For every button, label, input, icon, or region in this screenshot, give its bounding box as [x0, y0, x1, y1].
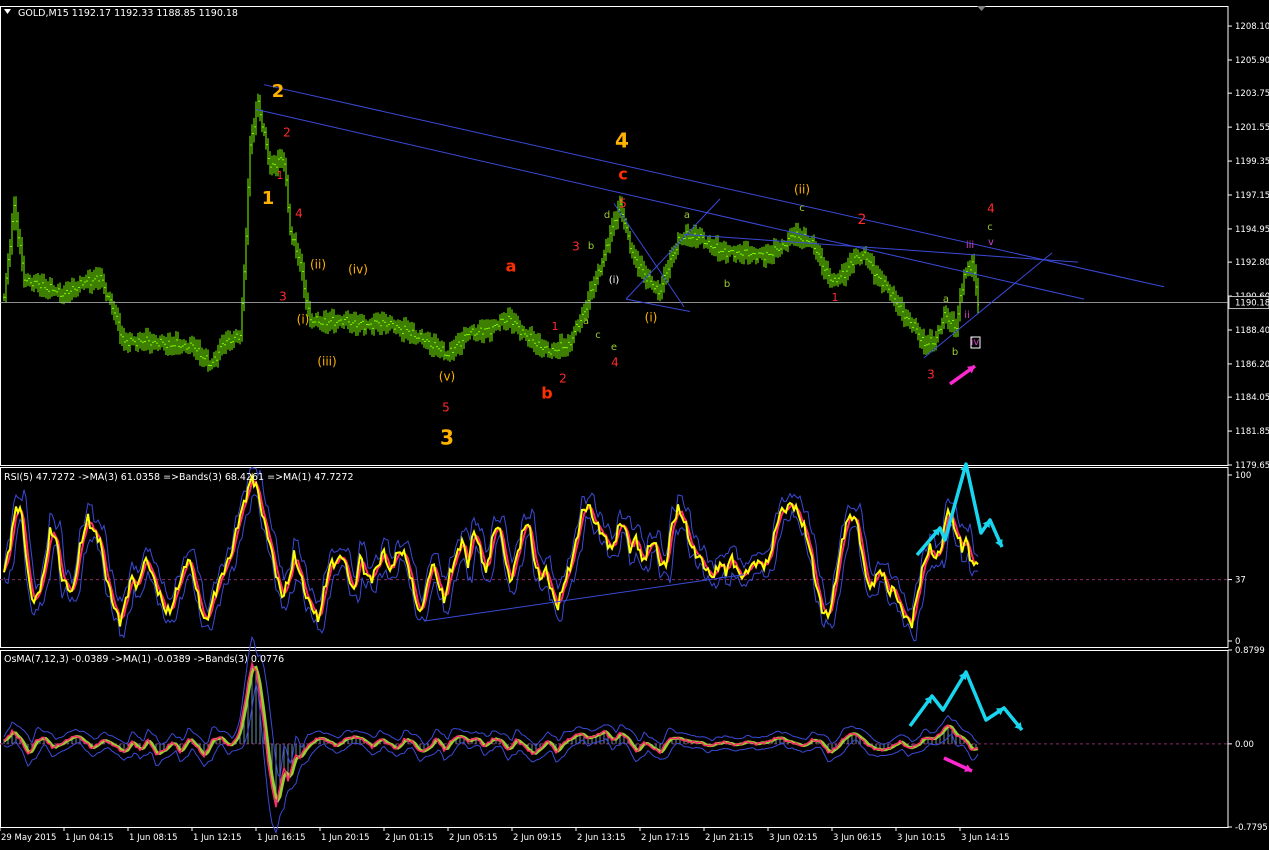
wave-label: c [595, 330, 601, 341]
wave-label: 1 [262, 188, 275, 209]
x-tick-label: 2 Jun 13:15 [577, 833, 626, 843]
wave-label: a [506, 257, 517, 276]
x-tick-label: 2 Jun 21:15 [705, 833, 754, 843]
x-tick-label: 2 Jun 09:15 [513, 833, 562, 843]
wave-label: c [799, 203, 805, 214]
main-y-tick-label: 1184.05 [1235, 393, 1269, 403]
osma-y-tick-label: 0.00 [1235, 740, 1254, 750]
x-tick-label: 1 Jun 16:15 [257, 833, 306, 843]
x-tick-label: 2 Jun 01:15 [385, 833, 434, 843]
wave-label: (iii) [317, 355, 336, 369]
rsi-y-tick-label: 37 [1235, 576, 1246, 586]
main-y-tick-label: 1203.75 [1235, 89, 1269, 99]
rsi-header: RSI(5) 47.7272 ->MA(3) 61.0358 =>Bands(3… [4, 472, 354, 483]
wave-label: a [943, 294, 949, 305]
wave-label: b [724, 279, 730, 290]
wave-label: 3 [440, 426, 454, 450]
x-tick-label: 3 Jun 10:15 [897, 833, 946, 843]
wave-label: 2 [858, 212, 867, 228]
wave-label: iii [966, 240, 974, 251]
wave-label: iv [971, 337, 980, 348]
x-tick-label: 1 Jun 20:15 [321, 833, 370, 843]
x-tick-label: 1 Jun 12:15 [193, 833, 242, 843]
wave-label: 5 [442, 401, 450, 415]
wave-label: 2 [559, 372, 567, 386]
main-y-tick-label: 1192.80 [1235, 258, 1269, 268]
wave-label: d [604, 210, 610, 221]
wave-label: (i) [297, 313, 310, 327]
wave-label: a [583, 316, 589, 327]
wave-label: 4 [611, 356, 619, 370]
wave-label: 2 [272, 81, 285, 102]
main-y-tick-label: 1197.15 [1235, 191, 1269, 201]
x-tick-label: 2 Jun 17:15 [641, 833, 690, 843]
osma-y-tick-label: 0.8799 [1235, 646, 1265, 656]
wave-label: c [987, 222, 993, 233]
wave-label: a [684, 210, 690, 221]
rsi-y-tick-label: 100 [1235, 471, 1251, 481]
wave-label: e [611, 342, 617, 353]
main-y-tick-label: 1208.10 [1235, 22, 1269, 32]
main-y-tick-label: 1179.65 [1235, 461, 1269, 471]
wave-label: 4 [295, 207, 303, 221]
main-y-tick-label: 1199.35 [1235, 157, 1269, 167]
x-tick-label: 2 Jun 05:15 [449, 833, 498, 843]
osma-y-tick-label: -0.7795 [1235, 823, 1268, 833]
osma-header: OsMA(7,12,3) -0.0389 ->MA(1) -0.0389 ->B… [4, 654, 284, 665]
wave-label: (iv) [348, 263, 368, 277]
wave-label: v [988, 237, 994, 248]
main-y-tick-label: 1205.90 [1235, 56, 1269, 66]
x-tick-label: 1 Jun 08:15 [129, 833, 178, 843]
current-price-label: 1190.18 [1235, 299, 1269, 309]
main-y-tick-label: 1194.95 [1235, 225, 1269, 235]
wave-label: 4 [615, 129, 629, 153]
main-y-tick-label: 1186.20 [1235, 360, 1269, 370]
wave-label: ii [964, 310, 970, 321]
wave-label: c [618, 165, 627, 184]
x-tick-label: 3 Jun 02:15 [769, 833, 818, 843]
wave-label: b [541, 384, 552, 403]
wave-label: 5 [619, 197, 627, 211]
main-header: GOLD,M15 1192.17 1192.33 1188.85 1190.18 [18, 8, 238, 19]
x-tick-label: 3 Jun 14:15 [961, 833, 1010, 843]
wave-label: b [952, 347, 958, 358]
wave-label: (ii) [310, 258, 326, 272]
wave-label: (i) [645, 311, 658, 325]
wave-label: 3 [572, 240, 580, 254]
wave-label: (i) [609, 275, 620, 286]
chart-background [0, 0, 1269, 850]
x-tick-label: 1 Jun 04:15 [65, 833, 114, 843]
wave-label: b [588, 241, 594, 252]
wave-label: (v) [439, 370, 455, 384]
main-y-tick-label: 1201.55 [1235, 123, 1269, 133]
wave-label: 1 [277, 169, 284, 182]
chart[interactable]: 22114(ii) (iv)3(i)(iii)(v)53a12b3 bacd54c(… [0, 0, 1269, 850]
wave-label: 1 [832, 291, 839, 304]
wave-label: 3 [927, 368, 935, 382]
main-y-tick-label: 1188.40 [1235, 326, 1269, 336]
wave-label: (ii) [794, 183, 810, 197]
wave-label: 4 [987, 202, 995, 216]
main-y-tick-label: 1181.85 [1235, 427, 1269, 437]
wave-label: 2 [283, 126, 291, 140]
wave-label: 1 [552, 320, 559, 333]
x-tick-label: 29 May 2015 [1, 833, 56, 843]
x-tick-label: 3 Jun 06:15 [833, 833, 882, 843]
wave-label: 3 [279, 290, 287, 304]
